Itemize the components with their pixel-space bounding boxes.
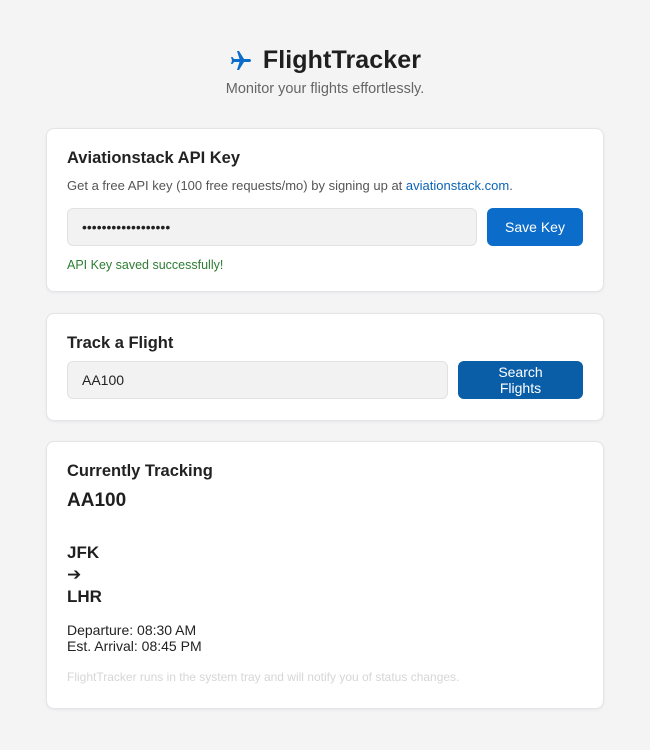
api-key-input[interactable]: [67, 208, 477, 246]
currently-tracking-heading: Currently Tracking: [67, 462, 213, 480]
search-flights-button[interactable]: Search Flights: [458, 361, 583, 399]
api-key-status: API Key saved successfully!: [67, 258, 224, 272]
api-key-help-suffix: .: [509, 178, 513, 193]
brand: FlightTracker: [0, 46, 650, 75]
flight-times: Departure: 08:30 AM Est. Arrival: 08:45 …: [67, 622, 583, 654]
track-flight-heading: Track a Flight: [67, 334, 174, 352]
track-flight-row: Search Flights: [67, 361, 583, 399]
tracked-flight-number: AA100: [67, 490, 127, 511]
airplane-icon: [230, 50, 251, 70]
currently-tracking-card: Currently Tracking AA100 JFK ➔ LHR Depar…: [46, 441, 604, 709]
app-header: FlightTracker Monitor your flights effor…: [0, 0, 650, 97]
api-key-heading: Aviationstack API Key: [67, 149, 241, 167]
departure-time: Departure: 08:30 AM: [67, 622, 197, 638]
api-key-help: Get a free API key (100 free requests/mo…: [67, 178, 583, 193]
api-key-help-text: Get a free API key (100 free requests/mo…: [67, 178, 406, 193]
arrival-time: Est. Arrival: 08:45 PM: [67, 638, 202, 654]
aviationstack-link[interactable]: aviationstack.com: [406, 178, 509, 193]
destination-airport: LHR: [67, 587, 102, 606]
save-key-button[interactable]: Save Key: [487, 208, 583, 246]
app-tagline: Monitor your flights effortlessly.: [225, 81, 425, 97]
flight-route: JFK ➔ LHR: [67, 542, 583, 608]
api-key-row: Save Key: [67, 208, 583, 246]
api-key-card: Aviationstack API Key Get a free API key…: [46, 128, 604, 292]
app-title: FlightTracker: [262, 46, 422, 74]
flight-number-input[interactable]: [67, 361, 448, 399]
track-flight-card: Track a Flight Search Flights: [46, 313, 604, 421]
route-arrow-icon: ➔: [67, 565, 82, 584]
tray-notice: FlightTracker runs in the system tray an…: [67, 670, 460, 684]
origin-airport: JFK: [67, 543, 100, 562]
